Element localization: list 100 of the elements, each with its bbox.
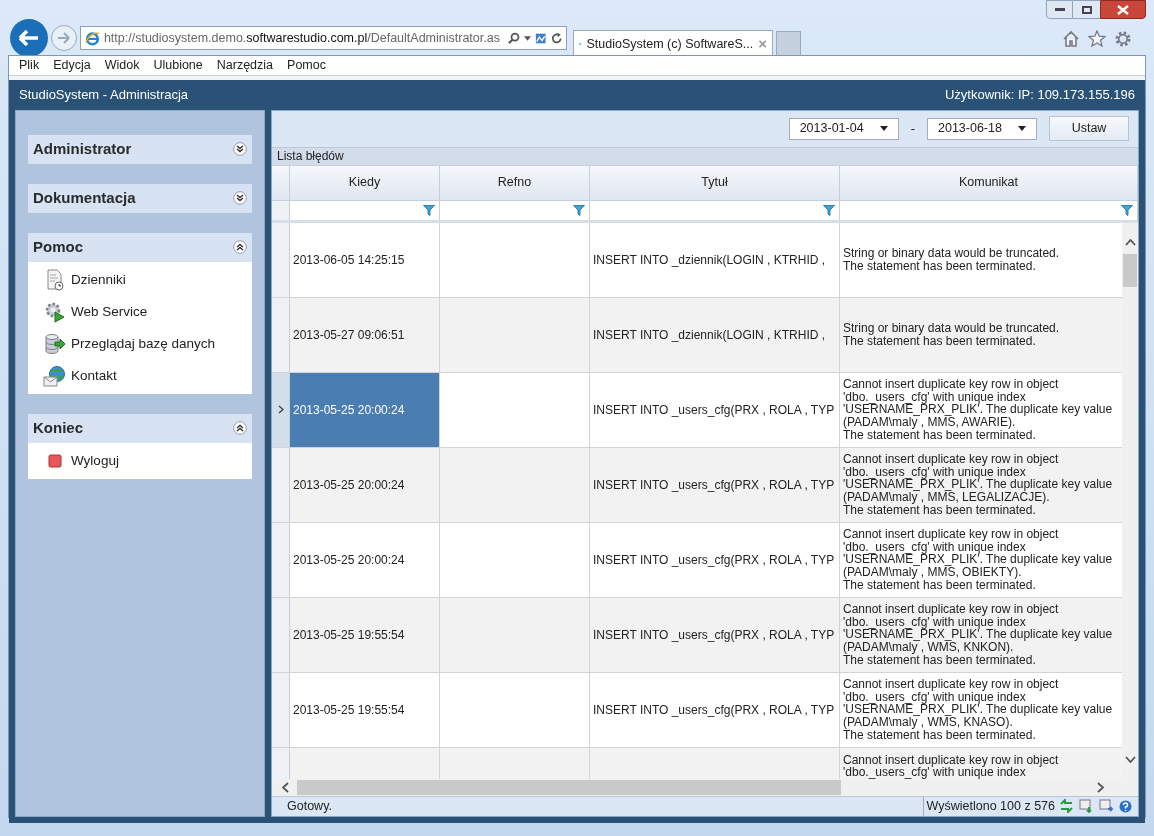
section-header[interactable]: Koniec xyxy=(28,413,252,443)
menu-item[interactable]: Widok xyxy=(104,56,140,75)
maximize-button[interactable] xyxy=(1073,0,1100,19)
section-title: Dokumentacja xyxy=(33,188,136,208)
dropdown-caret-icon[interactable] xyxy=(524,35,532,41)
section-header[interactable]: Administrator xyxy=(28,134,252,164)
table-cell: INSERT INTO _dziennik(LOGIN , KTRHID , xyxy=(590,222,840,297)
database-icon xyxy=(44,332,66,355)
date-from-dropdown[interactable]: 2013-01-04 xyxy=(788,117,899,140)
scroll-left-icon[interactable] xyxy=(282,781,289,793)
table-cell: 2013-05-25 20:00:24 xyxy=(290,522,440,597)
expand-icon[interactable] xyxy=(233,142,247,157)
minimize-icon xyxy=(1054,8,1065,11)
close-icon xyxy=(1117,4,1129,15)
import-icon[interactable] xyxy=(1099,799,1114,814)
sidebar-item[interactable]: Web Service xyxy=(28,295,252,328)
sidebar-item[interactable]: Wyloguj xyxy=(28,444,252,477)
column-header[interactable]: Kiedy xyxy=(290,165,440,200)
app-title: StudioSystem - Administracja xyxy=(19,86,189,104)
table-cell: 2013-06-05 14:25:15 xyxy=(290,222,440,297)
record-count: Wyświetlono 100 z 576 xyxy=(922,796,1059,816)
arrow-right-icon xyxy=(57,32,71,44)
star-icon[interactable] xyxy=(1088,30,1106,47)
table-cell-text: Cannot insert duplicate key row in object 'dbo._users_cfg' with unique index 'USERNAME_PRX_PLIK'. The duplicate key value (PADAM\maly , WMS, KNASO). The statement has been terminated. xyxy=(842,676,1114,744)
table-cell-text: String or binary data would be truncated. The statement has been terminated. xyxy=(842,320,1061,350)
minimize-button[interactable] xyxy=(1046,0,1073,19)
table-cell: INSERT INTO _dziennik(LOGIN , KTRHID , xyxy=(590,297,840,372)
tab-title: StudioSystem (c) SoftwareS... xyxy=(586,35,754,53)
help-icon[interactable] xyxy=(1119,799,1132,813)
column-header[interactable]: Komunikat xyxy=(840,165,1138,200)
browser-tab[interactable]: StudioSystem (c) SoftwareS... × xyxy=(573,30,773,57)
menu-item[interactable]: Edycja xyxy=(53,56,91,75)
compatibility-view-icon[interactable] xyxy=(535,31,547,45)
apply-button[interactable]: Ustaw xyxy=(1049,116,1129,142)
refresh-icon[interactable] xyxy=(550,31,562,45)
sidebar-item[interactable]: Kontakt xyxy=(28,359,252,392)
table-cell-text: Cannot insert duplicate key row in object 'dbo._users_cfg' with unique index xyxy=(842,751,1060,779)
section-title: Koniec xyxy=(33,418,83,438)
table-cell-text: String or binary data would be truncated. The statement has been terminated. xyxy=(842,245,1061,275)
section-title: Administrator xyxy=(33,139,132,159)
section-header[interactable]: Dokumentacja xyxy=(28,183,252,213)
maximize-icon xyxy=(1081,5,1092,14)
scroll-up-icon[interactable] xyxy=(1124,238,1136,246)
globe-envelope-icon xyxy=(43,364,67,387)
vertical-scrollbar[interactable] xyxy=(1122,222,1138,779)
table-cell: 2013-05-27 09:06:51 xyxy=(290,297,440,372)
menu-item[interactable]: Pomoc xyxy=(287,56,326,75)
table-cell-text: Cannot insert duplicate key row in object 'dbo._users_cfg' with unique index 'USERNAME_PRX_PLIK'. The duplicate key value (PADAM\maly , MMS, AWARIE). The statement has been terminated. xyxy=(842,376,1114,444)
section-header[interactable]: Pomoc xyxy=(28,232,252,262)
document-icon xyxy=(45,268,65,291)
table-cell: INSERT INTO _users_cfg(PRX , ROLA , TYP xyxy=(590,597,840,672)
column-header[interactable]: Refno xyxy=(440,165,590,200)
table-cell: INSERT INTO _users_cfg(PRX , ROLA , TYP xyxy=(590,672,840,747)
table-cell: 2013-05-25 20:00:24 xyxy=(290,447,440,522)
grid-caption: Lista błędów xyxy=(277,148,344,166)
close-button[interactable] xyxy=(1100,0,1146,19)
table-cell: 2013-05-25 20:00:24 xyxy=(290,372,440,447)
column-header[interactable]: Tytuł xyxy=(590,165,840,200)
home-icon[interactable] xyxy=(1062,30,1080,47)
gear-icon xyxy=(44,300,66,323)
table-cell: INSERT INTO _users_cfg(PRX , ROLA , TYP xyxy=(590,372,840,447)
menu-item[interactable]: Narzędzia xyxy=(216,56,274,75)
search-icon[interactable] xyxy=(507,31,521,45)
table-cell: INSERT INTO _users_cfg(PRX , ROLA , TYP xyxy=(590,447,840,522)
collapse-icon[interactable] xyxy=(233,240,247,255)
scroll-down-icon[interactable] xyxy=(1124,755,1136,763)
status-text: Gotowy. xyxy=(286,797,333,815)
square-icon xyxy=(48,453,62,468)
section-title: Pomoc xyxy=(33,237,83,257)
menu-item[interactable]: Plik xyxy=(19,56,40,75)
table-cell-text: Cannot insert duplicate key row in object 'dbo._users_cfg' with unique index 'USERNAME_PRX_PLIK'. The duplicate key value (PADAM\maly , WMS, KNKON). The statement has been terminated. xyxy=(842,601,1114,669)
date-to-dropdown[interactable]: 2013-06-18 xyxy=(927,117,1037,140)
export-icon[interactable] xyxy=(1079,799,1094,814)
filter-icon[interactable] xyxy=(823,204,835,216)
table-cell: 2013-05-25 19:55:54 xyxy=(290,597,440,672)
sidebar-item[interactable]: Przeglądaj bazę danych xyxy=(28,327,252,360)
sidebar-item[interactable]: Dzienniki xyxy=(28,263,252,296)
filter-icon[interactable] xyxy=(1121,204,1133,216)
date-separator: - xyxy=(910,120,915,138)
back-button[interactable] xyxy=(10,19,48,57)
scroll-right-icon[interactable] xyxy=(1097,781,1104,793)
collapse-icon[interactable] xyxy=(233,421,247,436)
table-cell: 2013-05-25 19:55:54 xyxy=(290,672,440,747)
new-tab-button[interactable] xyxy=(776,31,801,57)
user-info: Użytkownik: IP: 109.173.155.196 xyxy=(944,86,1135,104)
expand-icon[interactable] xyxy=(233,191,247,206)
table-cell: INSERT INTO _users_cfg(PRX , ROLA , TYP xyxy=(590,522,840,597)
address-bar[interactable]: http://studiosystem.demo.softwarestudio.com.pl/DefaultAdministrator.as xyxy=(80,26,567,50)
table-cell-text: Cannot insert duplicate key row in object 'dbo._users_cfg' with unique index 'USERNAME_PRX_PLIK'. The duplicate key value (PADAM\maly , MMS, OBIEKTY). The statement has been terminated. xyxy=(842,526,1114,594)
scrollbar-thumb[interactable] xyxy=(1123,253,1137,287)
scrollbar-thumb[interactable] xyxy=(297,779,841,795)
filter-icon[interactable] xyxy=(573,204,585,216)
url-text: http://studiosystem.demo.softwarestudio.com.pl/DefaultAdministrator.as xyxy=(103,29,500,47)
caret-icon xyxy=(879,126,888,132)
caret-icon xyxy=(1018,126,1026,132)
filter-icon[interactable] xyxy=(423,204,435,216)
chevron-right-icon xyxy=(277,405,284,415)
table-cell-text: Cannot insert duplicate key row in object 'dbo._users_cfg' with unique index 'USERNAME_PRX_PLIK'. The duplicate key value (PADAM\maly , MMS, LEGALIZACJE). The statement has been terminated. xyxy=(842,451,1114,519)
menu-item[interactable]: Ulubione xyxy=(153,56,203,75)
settings-icon[interactable] xyxy=(1114,30,1132,48)
